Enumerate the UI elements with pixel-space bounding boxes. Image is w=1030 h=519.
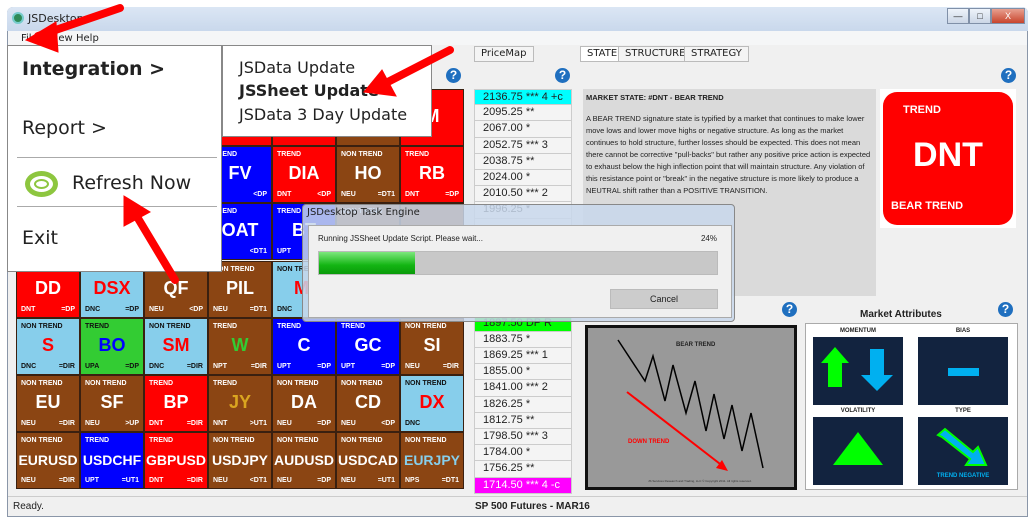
annotation-arrows <box>24 4 454 284</box>
annotation-arrowhead <box>24 21 59 53</box>
annotation-arrow-refresh <box>132 211 179 284</box>
annotation-arrow-jssheet <box>376 46 454 90</box>
